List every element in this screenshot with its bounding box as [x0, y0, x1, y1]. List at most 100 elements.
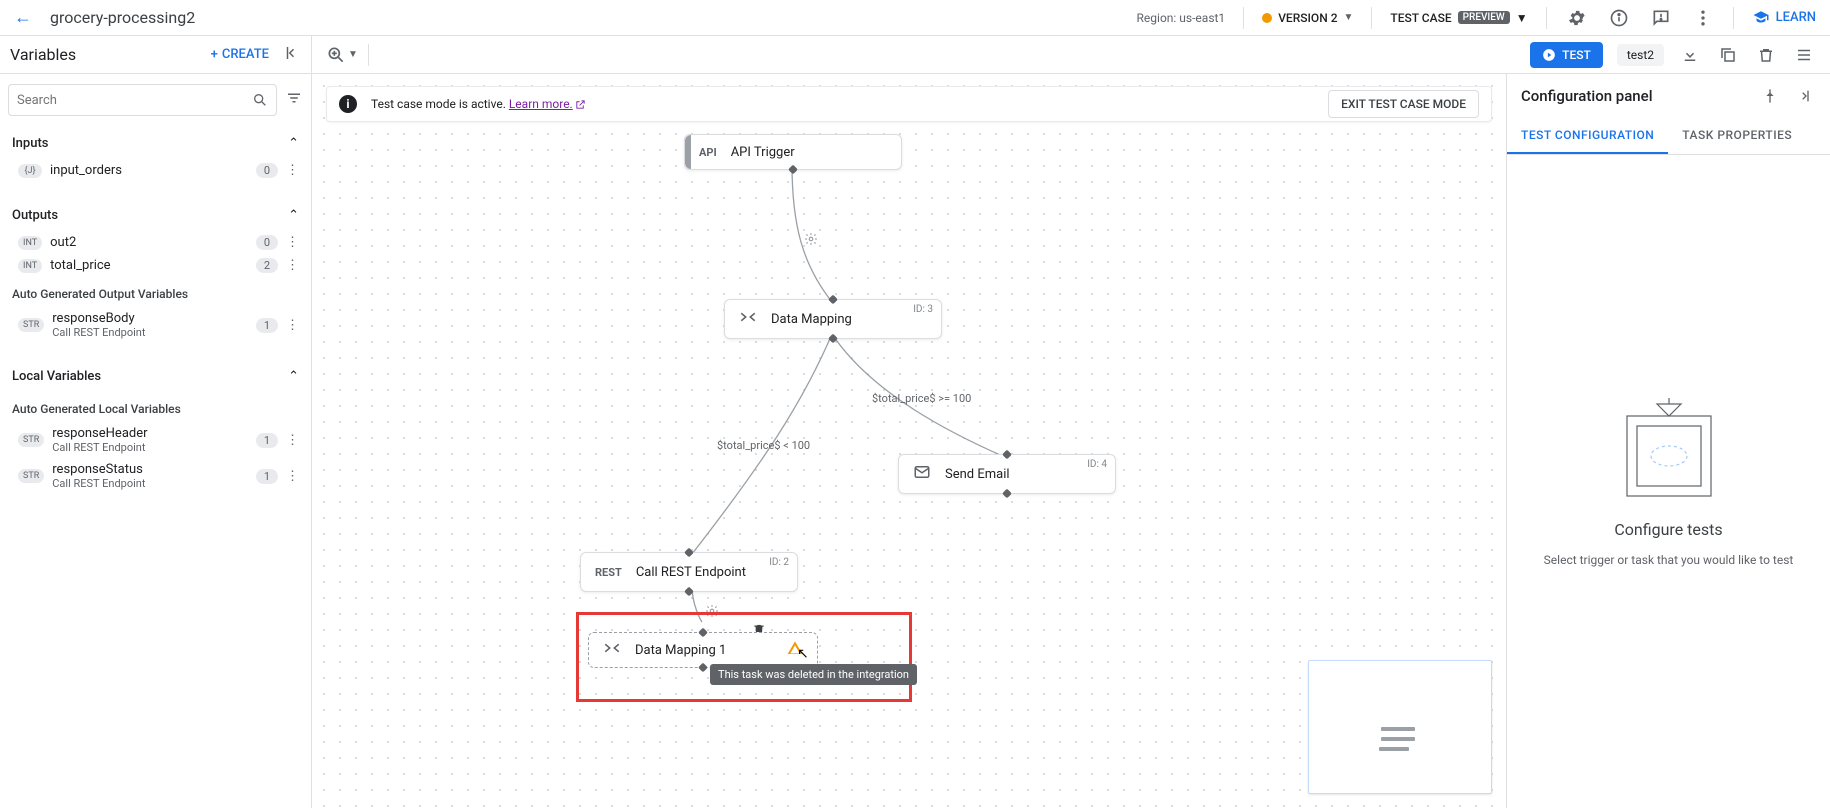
variable-row[interactable]: STR responseHeader Call REST Endpoint 1 … [8, 422, 303, 458]
type-badge: INT [18, 259, 42, 273]
pin-icon[interactable] [1758, 84, 1782, 108]
variable-name: out2 [50, 235, 248, 250]
testcase-selector[interactable]: TEST CASE PREVIEW ▼ [1390, 11, 1527, 25]
node-id: ID: 4 [1087, 459, 1107, 470]
learn-button[interactable]: LEARN [1752, 9, 1816, 27]
more-vert-icon[interactable]: ⋮ [286, 258, 299, 273]
back-arrow-icon[interactable]: ← [14, 7, 32, 28]
type-badge: STR [18, 433, 44, 447]
empty-title: Configure tests [1614, 520, 1722, 539]
variable-row[interactable]: INT total_price 2 ⋮ [8, 254, 303, 277]
tab-test-configuration[interactable]: TEST CONFIGURATION [1507, 118, 1668, 154]
ref-count: 1 [256, 318, 278, 333]
variable-source: Call REST Endpoint [52, 441, 248, 454]
config-tabs: TEST CONFIGURATION TASK PROPERTIES [1507, 118, 1830, 155]
node-api-trigger[interactable]: API API Trigger [684, 134, 902, 170]
section-local[interactable]: Local Variables ⌃ [8, 361, 303, 392]
variable-source: Call REST Endpoint [52, 326, 248, 339]
type-badge: STR [18, 469, 44, 483]
more-vert-icon[interactable]: ⋮ [286, 469, 299, 484]
more-vert-icon[interactable]: ⋮ [286, 235, 299, 250]
section-label: Inputs [12, 136, 48, 151]
api-icon: API [699, 146, 717, 159]
gear-icon[interactable] [1565, 6, 1589, 30]
node-send-email[interactable]: ID: 4 Send Email [898, 454, 1116, 494]
variable-row[interactable]: STR responseStatus Call REST Endpoint 1 … [8, 458, 303, 494]
node-data-mapping-1[interactable]: Data Mapping 1 [588, 632, 818, 668]
search-input[interactable] [17, 93, 252, 108]
variables-search[interactable] [8, 84, 277, 116]
node-accent [685, 135, 691, 169]
copy-icon[interactable] [1716, 43, 1740, 67]
tab-task-properties[interactable]: TASK PROPERTIES [1668, 118, 1806, 154]
caret-down-icon: ▼ [1344, 12, 1354, 23]
variable-row[interactable]: STR responseBody Call REST Endpoint 1 ⋮ [8, 307, 303, 343]
delete-icon[interactable] [1754, 43, 1778, 67]
data-mapping-icon [739, 308, 757, 330]
email-icon [913, 463, 931, 485]
info-solid-icon: i [339, 95, 357, 113]
output-port[interactable] [1002, 489, 1012, 499]
node-id: ID: 3 [913, 304, 933, 315]
variable-name: input_orders [50, 163, 248, 178]
zoom-dropdown[interactable]: ▼ [326, 45, 358, 65]
ref-count: 0 [256, 235, 278, 250]
collapse-panel-icon[interactable] [283, 44, 301, 66]
more-vert-icon[interactable] [1691, 6, 1715, 30]
variable-row[interactable]: INT out2 0 ⋮ [8, 231, 303, 254]
notice-text: Test case mode is active. Learn more. [371, 97, 586, 111]
section-auto-local: Auto Generated Local Variables [8, 392, 303, 422]
expand-panel-icon[interactable] [1792, 84, 1816, 108]
info-icon[interactable] [1607, 6, 1631, 30]
data-mapping-icon [603, 639, 621, 661]
menu-icon[interactable] [1792, 43, 1816, 67]
ref-count: 1 [256, 433, 278, 448]
input-port[interactable] [684, 548, 694, 558]
node-data-mapping[interactable]: ID: 3 Data Mapping [724, 299, 942, 339]
filter-icon[interactable] [285, 89, 303, 111]
ref-count: 1 [256, 469, 278, 484]
more-vert-icon[interactable]: ⋮ [286, 433, 299, 448]
zoom-in-icon [326, 45, 346, 65]
test-button[interactable]: TEST [1530, 42, 1603, 68]
download-icon[interactable] [1678, 43, 1702, 67]
feedback-icon[interactable] [1649, 6, 1673, 30]
minimap[interactable] [1308, 660, 1492, 794]
create-variable-button[interactable]: + CREATE [211, 47, 269, 62]
input-port[interactable] [1002, 450, 1012, 460]
external-link-icon [575, 99, 586, 110]
variable-name: total_price [50, 258, 248, 273]
top-bar: ← grocery-processing2 Region: us-east1 V… [0, 0, 1830, 36]
input-port[interactable] [828, 295, 838, 305]
chevron-up-icon: ⌃ [288, 136, 299, 151]
more-vert-icon[interactable]: ⋮ [286, 163, 299, 178]
exit-test-mode-button[interactable]: EXIT TEST CASE MODE [1328, 90, 1479, 118]
output-port[interactable] [684, 587, 694, 597]
type-badge: STR [18, 318, 44, 332]
node-label: Data Mapping [771, 312, 852, 327]
node-label: API Trigger [731, 145, 795, 160]
cursor-icon: ↖ [797, 646, 809, 662]
integration-title: grocery-processing2 [50, 8, 1137, 27]
flow-canvas[interactable]: i Test case mode is active. Learn more. … [312, 74, 1506, 808]
learn-more-link[interactable]: Learn more. [509, 97, 586, 111]
play-circle-icon [1542, 48, 1556, 62]
node-call-rest[interactable]: ID: 2 REST Call REST Endpoint [580, 552, 798, 592]
variables-sidebar: Inputs ⌃ {J} input_orders 0 ⋮ Outputs ⌃ … [0, 74, 312, 808]
picture-frame-icon [1609, 396, 1729, 506]
variable-source: Call REST Endpoint [52, 477, 248, 490]
more-vert-icon[interactable]: ⋮ [286, 318, 299, 333]
variable-name: responseHeader [52, 426, 248, 441]
variable-row[interactable]: {J} input_orders 0 ⋮ [8, 159, 303, 182]
section-outputs[interactable]: Outputs ⌃ [8, 200, 303, 231]
version-status-dot-icon [1262, 13, 1272, 23]
output-port[interactable] [788, 165, 798, 175]
edge-gear-icon[interactable] [804, 232, 818, 250]
output-port[interactable] [828, 334, 838, 344]
variables-panel-title: Variables [10, 45, 211, 64]
test-name-chip[interactable]: test2 [1617, 44, 1664, 66]
version-selector[interactable]: VERSION 2 ▼ [1262, 11, 1353, 25]
section-inputs[interactable]: Inputs ⌃ [8, 128, 303, 159]
main-area: Inputs ⌃ {J} input_orders 0 ⋮ Outputs ⌃ … [0, 74, 1830, 808]
empty-subtitle: Select trigger or task that you would li… [1544, 553, 1794, 567]
